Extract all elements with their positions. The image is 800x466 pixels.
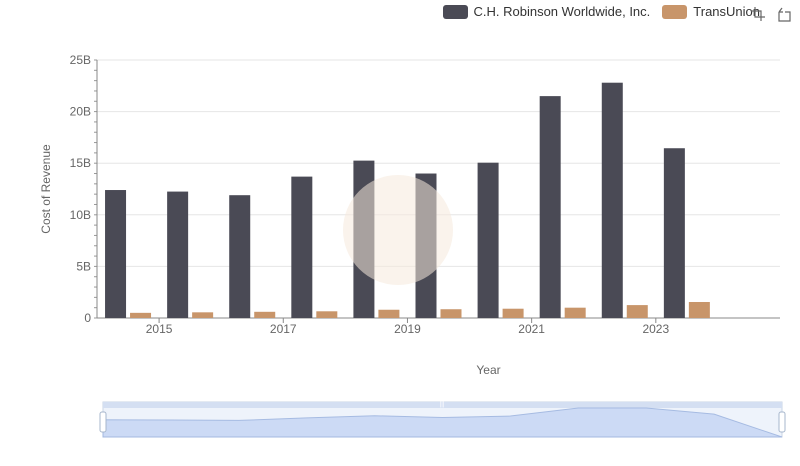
bar-ch-robinson[interactable]	[477, 162, 499, 318]
y-tick-label: 0	[84, 311, 91, 325]
x-tick-label: 2021	[518, 322, 545, 336]
y-tick-label: 5B	[76, 259, 91, 273]
y-tick-label: 25B	[70, 53, 91, 67]
legend: C.H. Robinson Worldwide, Inc. TransUnion	[442, 4, 760, 19]
legend-swatch-ch-robinson	[442, 4, 468, 19]
bar-transunion[interactable]	[564, 307, 586, 318]
x-tick-label: 2019	[394, 322, 421, 336]
bar-transunion[interactable]	[626, 305, 648, 318]
bar-ch-robinson[interactable]	[663, 148, 685, 318]
watermark-logo	[343, 175, 453, 285]
y-axis-title: Cost of Revenue	[39, 144, 53, 234]
bar-ch-robinson[interactable]	[229, 195, 251, 318]
x-tick-label: 2023	[642, 322, 669, 336]
chart: 0 5B 10B 15B 20B 25B 2015 2017 2019 2021 2023 Year C…	[0, 0, 800, 461]
legend-swatch-transunion	[662, 4, 688, 19]
bar-transunion[interactable]	[254, 311, 276, 318]
bar-ch-robinson[interactable]	[291, 176, 313, 318]
bar-transunion[interactable]	[440, 309, 462, 318]
bar-transunion[interactable]	[688, 302, 710, 318]
zoom-icon[interactable]	[750, 6, 766, 22]
legend-item-ch-robinson[interactable]: C.H. Robinson Worldwide, Inc.	[442, 4, 651, 19]
bar-transunion[interactable]	[316, 311, 338, 318]
bar-ch-robinson[interactable]	[105, 190, 127, 318]
legend-item-transunion[interactable]: TransUnion	[662, 4, 760, 19]
y-tick-label: 20B	[70, 105, 91, 119]
bar-transunion[interactable]	[192, 312, 214, 318]
bar-ch-robinson[interactable]	[539, 96, 561, 319]
x-tick-label: 2015	[146, 322, 173, 336]
bar-transunion[interactable]	[378, 309, 400, 318]
data-zoom-handle-right[interactable]	[778, 411, 786, 433]
y-tick-label: 10B	[70, 208, 91, 222]
bar-ch-robinson[interactable]	[601, 82, 623, 318]
data-zoom-handle-left[interactable]	[99, 411, 107, 433]
chart-canvas: 0 5B 10B 15B 20B 25B 2015 2017 2019 2021 2023 Year C…	[39, 53, 786, 438]
bar-transunion[interactable]	[130, 312, 152, 318]
y-tick-label: 15B	[70, 156, 91, 170]
bar-transunion[interactable]	[502, 308, 524, 318]
legend-label-ch-robinson: C.H. Robinson Worldwide, Inc.	[473, 4, 651, 19]
x-axis-title: Year	[476, 363, 500, 377]
bar-ch-robinson[interactable]	[167, 191, 189, 318]
data-zoom-grip[interactable]: |||	[440, 402, 445, 408]
toolbox	[750, 6, 792, 22]
restore-icon[interactable]	[776, 6, 792, 22]
x-tick-label: 2017	[270, 322, 297, 336]
